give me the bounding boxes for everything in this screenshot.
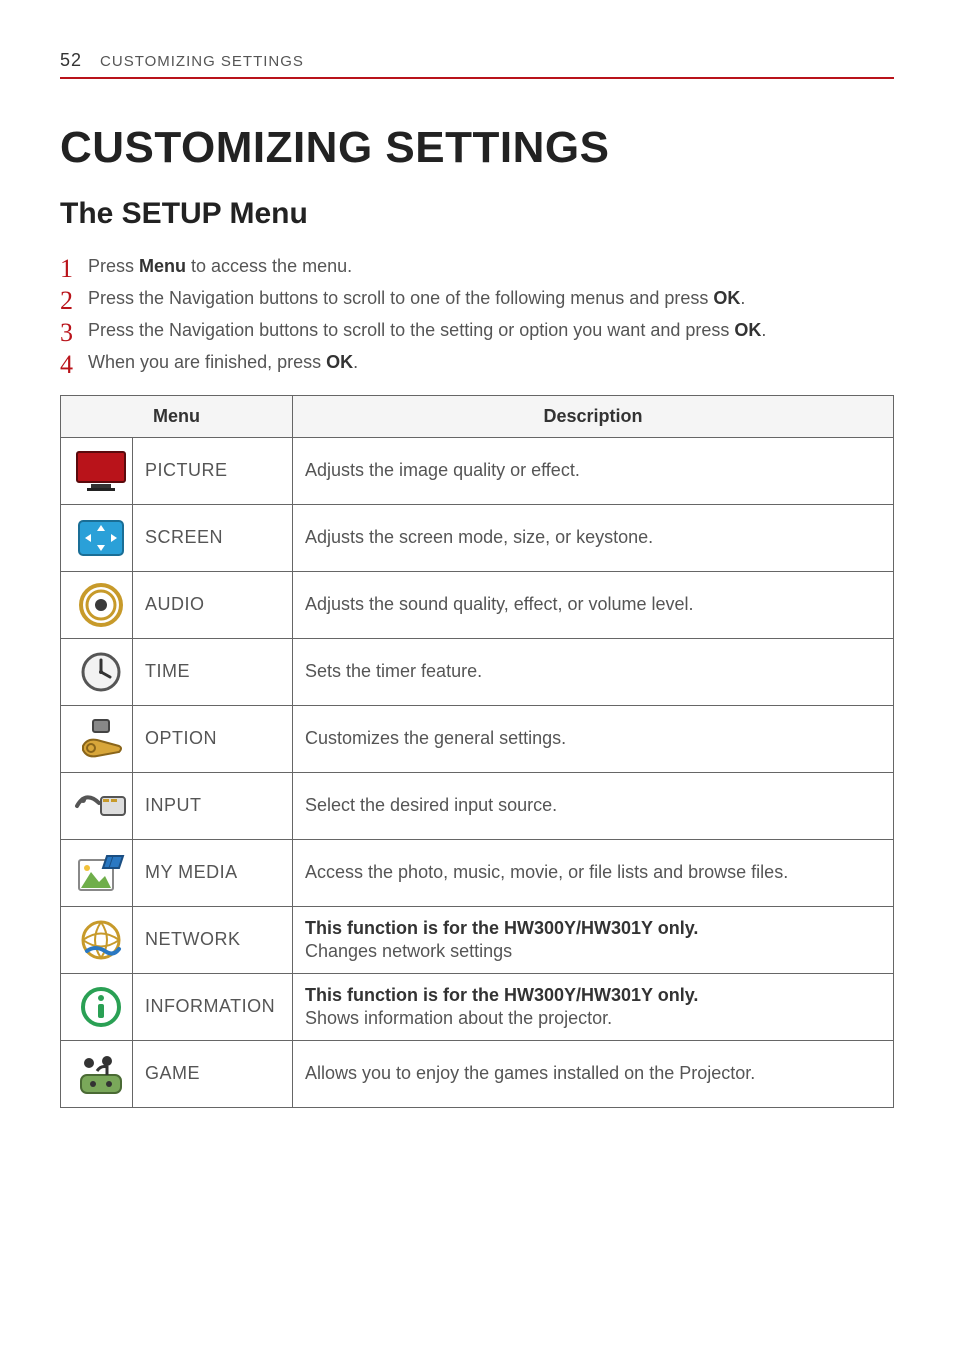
step-text-pre: Press the Navigation buttons to scroll t…	[88, 320, 734, 340]
menu-description-cell: Adjusts the image quality or effect.	[293, 437, 894, 504]
menu-description: Changes network settings	[305, 941, 512, 961]
step-item: 3 Press the Navigation buttons to scroll…	[60, 317, 894, 345]
step-text-post: to access the menu.	[186, 256, 352, 276]
menu-table: Menu Description PICTURE Adjusts the ima…	[60, 395, 894, 1108]
table-row: INFORMATION This function is for the HW3…	[61, 973, 894, 1040]
menu-description-cell: Customizes the general settings.	[293, 705, 894, 772]
menu-description-bold: This function is for the HW300Y/HW301Y o…	[305, 985, 881, 1006]
step-text-pre: When you are finished, press	[88, 352, 326, 372]
page-header: 52 CUSTOMIZING SETTINGS	[60, 50, 894, 79]
step-text-bold: OK	[713, 288, 740, 308]
section-heading: The SETUP Menu	[60, 197, 894, 231]
table-row: TIME Sets the timer feature.	[61, 638, 894, 705]
table-row: OPTION Customizes the general settings.	[61, 705, 894, 772]
menu-description: Sets the timer feature.	[305, 661, 482, 681]
table-header-menu: Menu	[61, 395, 293, 437]
step-text-pre: Press	[88, 256, 139, 276]
menu-description-cell: Allows you to enjoy the games installed …	[293, 1040, 894, 1107]
step-text-bold: OK	[326, 352, 353, 372]
screen-icon	[61, 504, 133, 571]
game-icon	[61, 1040, 133, 1107]
menu-label-cell: NETWORK	[133, 906, 293, 973]
menu-description-cell: Access the photo, music, movie, or file …	[293, 839, 894, 906]
step-text-post: .	[740, 288, 745, 308]
menu-label: GAME	[145, 1063, 200, 1083]
step-item: 1 Press Menu to access the menu.	[60, 253, 894, 281]
menu-description-cell: Adjusts the sound quality, effect, or vo…	[293, 571, 894, 638]
menu-description: Allows you to enjoy the games installed …	[305, 1063, 755, 1083]
menu-description: Access the photo, music, movie, or file …	[305, 862, 788, 882]
menu-label-cell: MY MEDIA	[133, 839, 293, 906]
menu-description-cell: Select the desired input source.	[293, 772, 894, 839]
table-row: INPUT Select the desired input source.	[61, 772, 894, 839]
mymedia-icon	[61, 839, 133, 906]
table-row: SCREEN Adjusts the screen mode, size, or…	[61, 504, 894, 571]
input-icon	[61, 772, 133, 839]
step-number: 4	[60, 345, 73, 385]
table-row: AUDIO Adjusts the sound quality, effect,…	[61, 571, 894, 638]
menu-label: MY MEDIA	[145, 862, 238, 882]
menu-label: SCREEN	[145, 527, 223, 547]
menu-description-cell: This function is for the HW300Y/HW301Y o…	[293, 973, 894, 1040]
menu-description-cell: This function is for the HW300Y/HW301Y o…	[293, 906, 894, 973]
menu-label-cell: INFORMATION	[133, 973, 293, 1040]
step-item: 2 Press the Navigation buttons to scroll…	[60, 285, 894, 313]
menu-label: INPUT	[145, 795, 202, 815]
page-title: CUSTOMIZING SETTINGS	[60, 123, 894, 173]
step-text-pre: Press the Navigation buttons to scroll t…	[88, 288, 713, 308]
steps-list: 1 Press Menu to access the menu. 2 Press…	[60, 253, 894, 377]
running-head: CUSTOMIZING SETTINGS	[100, 53, 304, 70]
table-row: GAME Allows you to enjoy the games insta…	[61, 1040, 894, 1107]
menu-description: Shows information about the projector.	[305, 1008, 612, 1028]
menu-description: Adjusts the screen mode, size, or keysto…	[305, 527, 653, 547]
menu-label-cell: GAME	[133, 1040, 293, 1107]
menu-description: Adjusts the sound quality, effect, or vo…	[305, 594, 694, 614]
menu-description-bold: This function is for the HW300Y/HW301Y o…	[305, 918, 881, 939]
menu-description: Select the desired input source.	[305, 795, 557, 815]
step-text-post: .	[353, 352, 358, 372]
page-number: 52	[60, 50, 82, 71]
table-row: NETWORK This function is for the HW300Y/…	[61, 906, 894, 973]
menu-description: Adjusts the image quality or effect.	[305, 460, 580, 480]
menu-label-cell: SCREEN	[133, 504, 293, 571]
menu-label: PICTURE	[145, 460, 228, 480]
table-header-description: Description	[293, 395, 894, 437]
step-text-bold: OK	[734, 320, 761, 340]
menu-label-cell: OPTION	[133, 705, 293, 772]
step-text-bold: Menu	[139, 256, 186, 276]
menu-description-cell: Adjusts the screen mode, size, or keysto…	[293, 504, 894, 571]
information-icon	[61, 973, 133, 1040]
menu-label: INFORMATION	[145, 996, 275, 1016]
step-item: 4 When you are finished, press OK.	[60, 349, 894, 377]
step-text-post: .	[761, 320, 766, 340]
time-icon	[61, 638, 133, 705]
menu-description: Customizes the general settings.	[305, 728, 566, 748]
menu-label-cell: PICTURE	[133, 437, 293, 504]
menu-label: NETWORK	[145, 929, 241, 949]
audio-icon	[61, 571, 133, 638]
table-row: PICTURE Adjusts the image quality or eff…	[61, 437, 894, 504]
table-header-row: Menu Description	[61, 395, 894, 437]
menu-label: AUDIO	[145, 594, 205, 614]
option-icon	[61, 705, 133, 772]
menu-description-cell: Sets the timer feature.	[293, 638, 894, 705]
menu-label-cell: AUDIO	[133, 571, 293, 638]
menu-label: TIME	[145, 661, 190, 681]
table-row: MY MEDIA Access the photo, music, movie,…	[61, 839, 894, 906]
menu-label: OPTION	[145, 728, 217, 748]
menu-label-cell: INPUT	[133, 772, 293, 839]
network-icon	[61, 906, 133, 973]
picture-icon	[61, 437, 133, 504]
menu-label-cell: TIME	[133, 638, 293, 705]
